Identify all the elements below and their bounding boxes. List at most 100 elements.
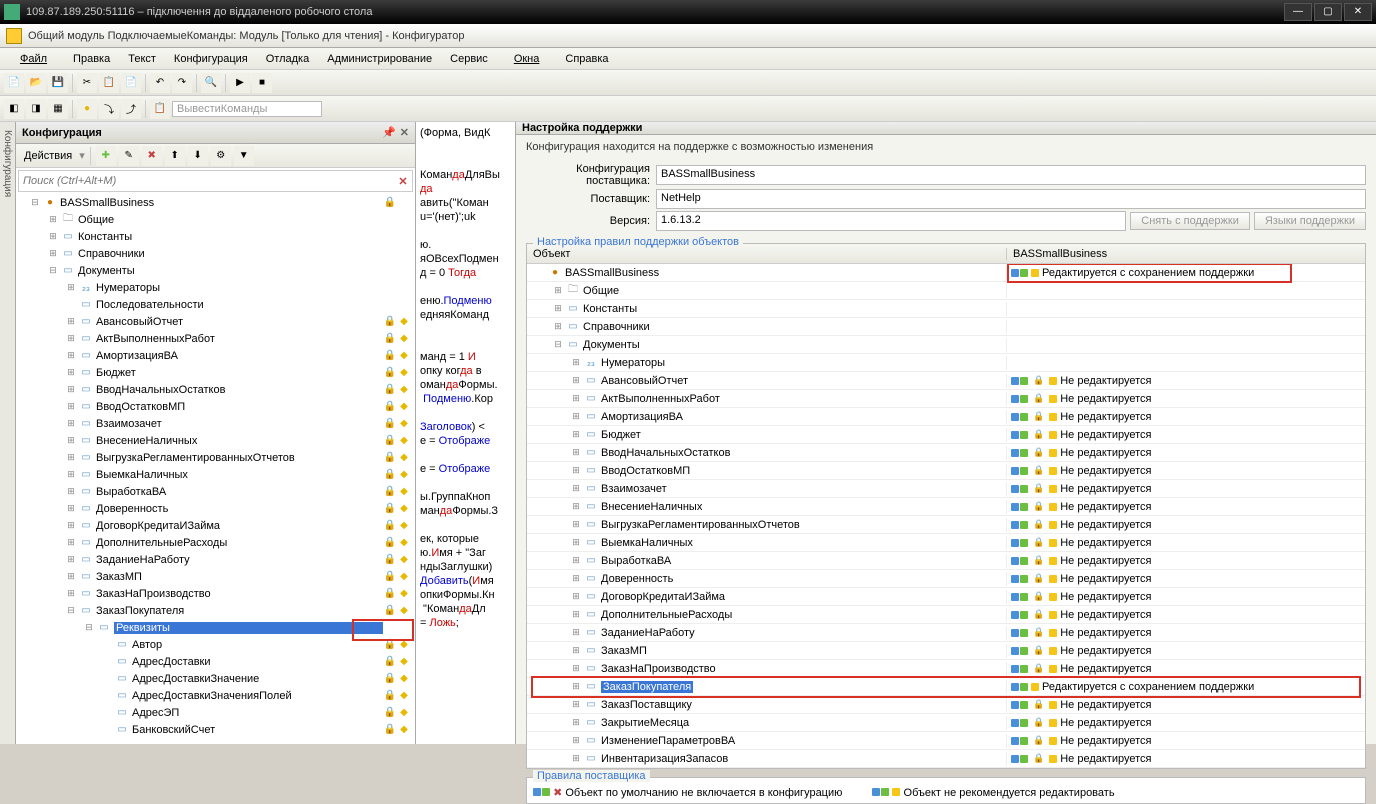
menu-service[interactable]: Сервис [442,51,496,67]
tree-item[interactable]: ▭Автор🔒◆ [16,636,415,653]
obj-row[interactable]: ⊞▭ВыемкаНаличных🔒Не редактируется [527,534,1365,552]
tree-item[interactable]: ⊞▭ДоговорКредитаИЗайма🔒◆ [16,517,415,534]
tree-item[interactable]: ▭АдресДоставки🔒◆ [16,653,415,670]
obj-row[interactable]: ⊞₂₃Нумераторы [527,354,1365,372]
tree-item[interactable]: ⊟▭Документы [16,262,415,279]
menu-windows[interactable]: Окна [498,51,556,67]
ab-del-icon[interactable]: ✖ [142,146,162,166]
obj-row[interactable]: ⊞▭Справочники [527,318,1365,336]
ab-down-icon[interactable]: ⬇ [188,146,208,166]
ab-up-icon[interactable]: ⬆ [165,146,185,166]
config-tree[interactable]: ⊟●BASSmallBusiness🔒⊞🗀Общие⊞▭Константы⊞▭С… [16,194,415,744]
tb-stop-icon[interactable]: ■ [252,73,272,93]
obj-row[interactable]: ⊞▭ВыработкаВА🔒Не редактируется [527,552,1365,570]
tb-paste-icon[interactable]: 📄 [121,73,141,93]
obj-row[interactable]: ⊟▭Документы [527,336,1365,354]
close-button[interactable]: ✕ [1344,3,1372,21]
tree-item[interactable]: ▭АдресДоставкиЗначенияПолей🔒◆ [16,687,415,704]
tb2-2-icon[interactable]: ◨ [26,99,46,119]
tb-save-icon[interactable]: 💾 [48,73,68,93]
tree-item[interactable]: ⊟●BASSmallBusiness🔒 [16,194,415,211]
tree-item[interactable]: ▭АдресДоставкиЗначение🔒◆ [16,670,415,687]
obj-row[interactable]: ⊞▭ЗаказНаПроизводство🔒Не редактируется [527,660,1365,678]
obj-row[interactable]: ⊞▭ДополнительныеРасходы🔒Не редактируется [527,606,1365,624]
obj-row[interactable]: ⊞▭ВводОстатковМП🔒Не редактируется [527,462,1365,480]
obj-row[interactable]: ⊞▭ДоговорКредитаИЗайма🔒Не редактируется [527,588,1365,606]
code-editor[interactable]: (Форма, ВидК КомандаДляВыдаавить("Команu… [416,122,516,744]
tree-item[interactable]: ▭Последовательности [16,296,415,313]
tb2-1-icon[interactable]: ◧ [4,99,24,119]
tb2-step2-icon[interactable]: ⤴ [121,99,141,119]
ab-sort-icon[interactable]: ⚙ [211,146,231,166]
obj-row[interactable]: ⊞▭ЗаданиеНаРаботу🔒Не редактируется [527,624,1365,642]
ab-edit-icon[interactable]: ✎ [119,146,139,166]
obj-row[interactable]: ⊞▭АвансовыйОтчет🔒Не редактируется [527,372,1365,390]
tree-item[interactable]: ⊞▭ЗаданиеНаРаботу🔒◆ [16,551,415,568]
menu-file[interactable]: Файл [4,51,63,67]
menu-help[interactable]: Справка [557,51,616,67]
obj-row[interactable]: ⊞▭Доверенность🔒Не редактируется [527,570,1365,588]
obj-row[interactable]: ⊞▭АктВыполненныхРабот🔒Не редактируется [527,390,1365,408]
minimize-button[interactable]: — [1284,3,1312,21]
obj-row[interactable]: ⊞▭ВыгрузкаРегламентированныхОтчетов🔒Не р… [527,516,1365,534]
tree-item[interactable]: ⊞▭АвансовыйОтчет🔒◆ [16,313,415,330]
tree-item[interactable]: ⊞▭ЗаказМП🔒◆ [16,568,415,585]
tb-copy-icon[interactable]: 📋 [99,73,119,93]
search-clear-icon[interactable]: ✕ [394,175,412,188]
proc-combo[interactable]: ВывестиКоманды [172,101,322,117]
ab-add-icon[interactable]: ✚ [96,146,116,166]
obj-row[interactable]: ⊞▭ВнесениеНаличных🔒Не редактируется [527,498,1365,516]
tree-item[interactable]: ⊞▭Взаимозачет🔒◆ [16,415,415,432]
obj-row[interactable]: ⊞▭ЗаказМП🔒Не редактируется [527,642,1365,660]
tb-redo-icon[interactable]: ↷ [172,73,192,93]
tb-find-icon[interactable]: 🔍 [201,73,221,93]
obj-row[interactable]: ⊞▭ЗаказПокупателяРедактируется с сохране… [527,678,1365,696]
tree-item[interactable]: ⊞▭ВыгрузкаРегламентированныхОтчетов🔒◆ [16,449,415,466]
menu-config[interactable]: Конфигурация [166,51,256,67]
tb-run-icon[interactable]: ▶ [230,73,250,93]
tb-new-icon[interactable]: 📄 [4,73,24,93]
obj-row[interactable]: ⊞🗀Общие [527,282,1365,300]
panel-close-icon[interactable]: ✕ [400,126,409,139]
tb2-step-icon[interactable]: ⤵ [99,99,119,119]
tb2-3-icon[interactable]: ▦ [48,99,68,119]
ab-filter-icon[interactable]: ▼ [234,146,254,166]
obj-row[interactable]: ⊞▭ЗакрытиеМесяца🔒Не редактируется [527,714,1365,732]
obj-row[interactable]: ⊞▭Взаимозачет🔒Не редактируется [527,480,1365,498]
tb-undo-icon[interactable]: ↶ [150,73,170,93]
menu-text[interactable]: Текст [120,51,164,67]
tree-item[interactable]: ⊞🗀Общие [16,211,415,228]
tree-item[interactable]: ⊞▭ВыемкаНаличных🔒◆ [16,466,415,483]
obj-tree[interactable]: ●BASSmallBusinessРедактируется с сохране… [527,264,1365,768]
obj-row[interactable]: ⊞▭Константы [527,300,1365,318]
sidebar-tab[interactable]: Конфигурация [0,122,16,744]
obj-row[interactable]: ⊞▭ИзменениеПараметровВА🔒Не редактируется [527,732,1365,750]
obj-row[interactable]: ●BASSmallBusinessРедактируется с сохране… [527,264,1365,282]
tree-item[interactable]: ⊞₂₃Нумераторы [16,279,415,296]
tree-item[interactable]: ⊞▭ВводОстатковМП🔒◆ [16,398,415,415]
tb2-debug-icon[interactable]: ● [77,99,97,119]
obj-row[interactable]: ⊞▭АмортизацияВА🔒Не редактируется [527,408,1365,426]
obj-row[interactable]: ⊞▭ВводНачальныхОстатков🔒Не редактируется [527,444,1365,462]
tree-item[interactable]: ▭БанковскийСчет🔒◆ [16,721,415,738]
tree-item[interactable]: ⊞▭ДополнительныеРасходы🔒◆ [16,534,415,551]
tree-item[interactable]: ⊞▭Доверенность🔒◆ [16,500,415,517]
tb-open-icon[interactable]: 📂 [26,73,46,93]
tree-item[interactable]: ⊞▭Справочники [16,245,415,262]
tree-item[interactable]: ▭АдресЭП🔒◆ [16,704,415,721]
obj-row[interactable]: ⊞▭ЗаказПоставщику🔒Не редактируется [527,696,1365,714]
tree-item[interactable]: ⊞▭ЗаказНаПроизводство🔒◆ [16,585,415,602]
support-languages-button[interactable]: Языки поддержки [1254,212,1366,230]
search-input[interactable] [19,175,394,187]
menu-edit[interactable]: Правка [65,51,118,67]
tb2-proc-icon[interactable]: 📋 [150,99,170,119]
remove-support-button[interactable]: Снять с поддержки [1130,212,1250,230]
menu-debug[interactable]: Отладка [258,51,317,67]
tree-item[interactable]: ⊞▭ВнесениеНаличных🔒◆ [16,432,415,449]
obj-row[interactable]: ⊞▭ИнвентаризацияЗапасов🔒Не редактируется [527,750,1365,768]
tree-item[interactable]: ⊞▭АктВыполненныхРабот🔒◆ [16,330,415,347]
actions-menu[interactable]: Действия [20,148,76,164]
tree-item[interactable]: ⊞▭Константы [16,228,415,245]
tb-cut-icon[interactable]: ✂ [77,73,97,93]
obj-row[interactable]: ⊞▭Бюджет🔒Не редактируется [527,426,1365,444]
